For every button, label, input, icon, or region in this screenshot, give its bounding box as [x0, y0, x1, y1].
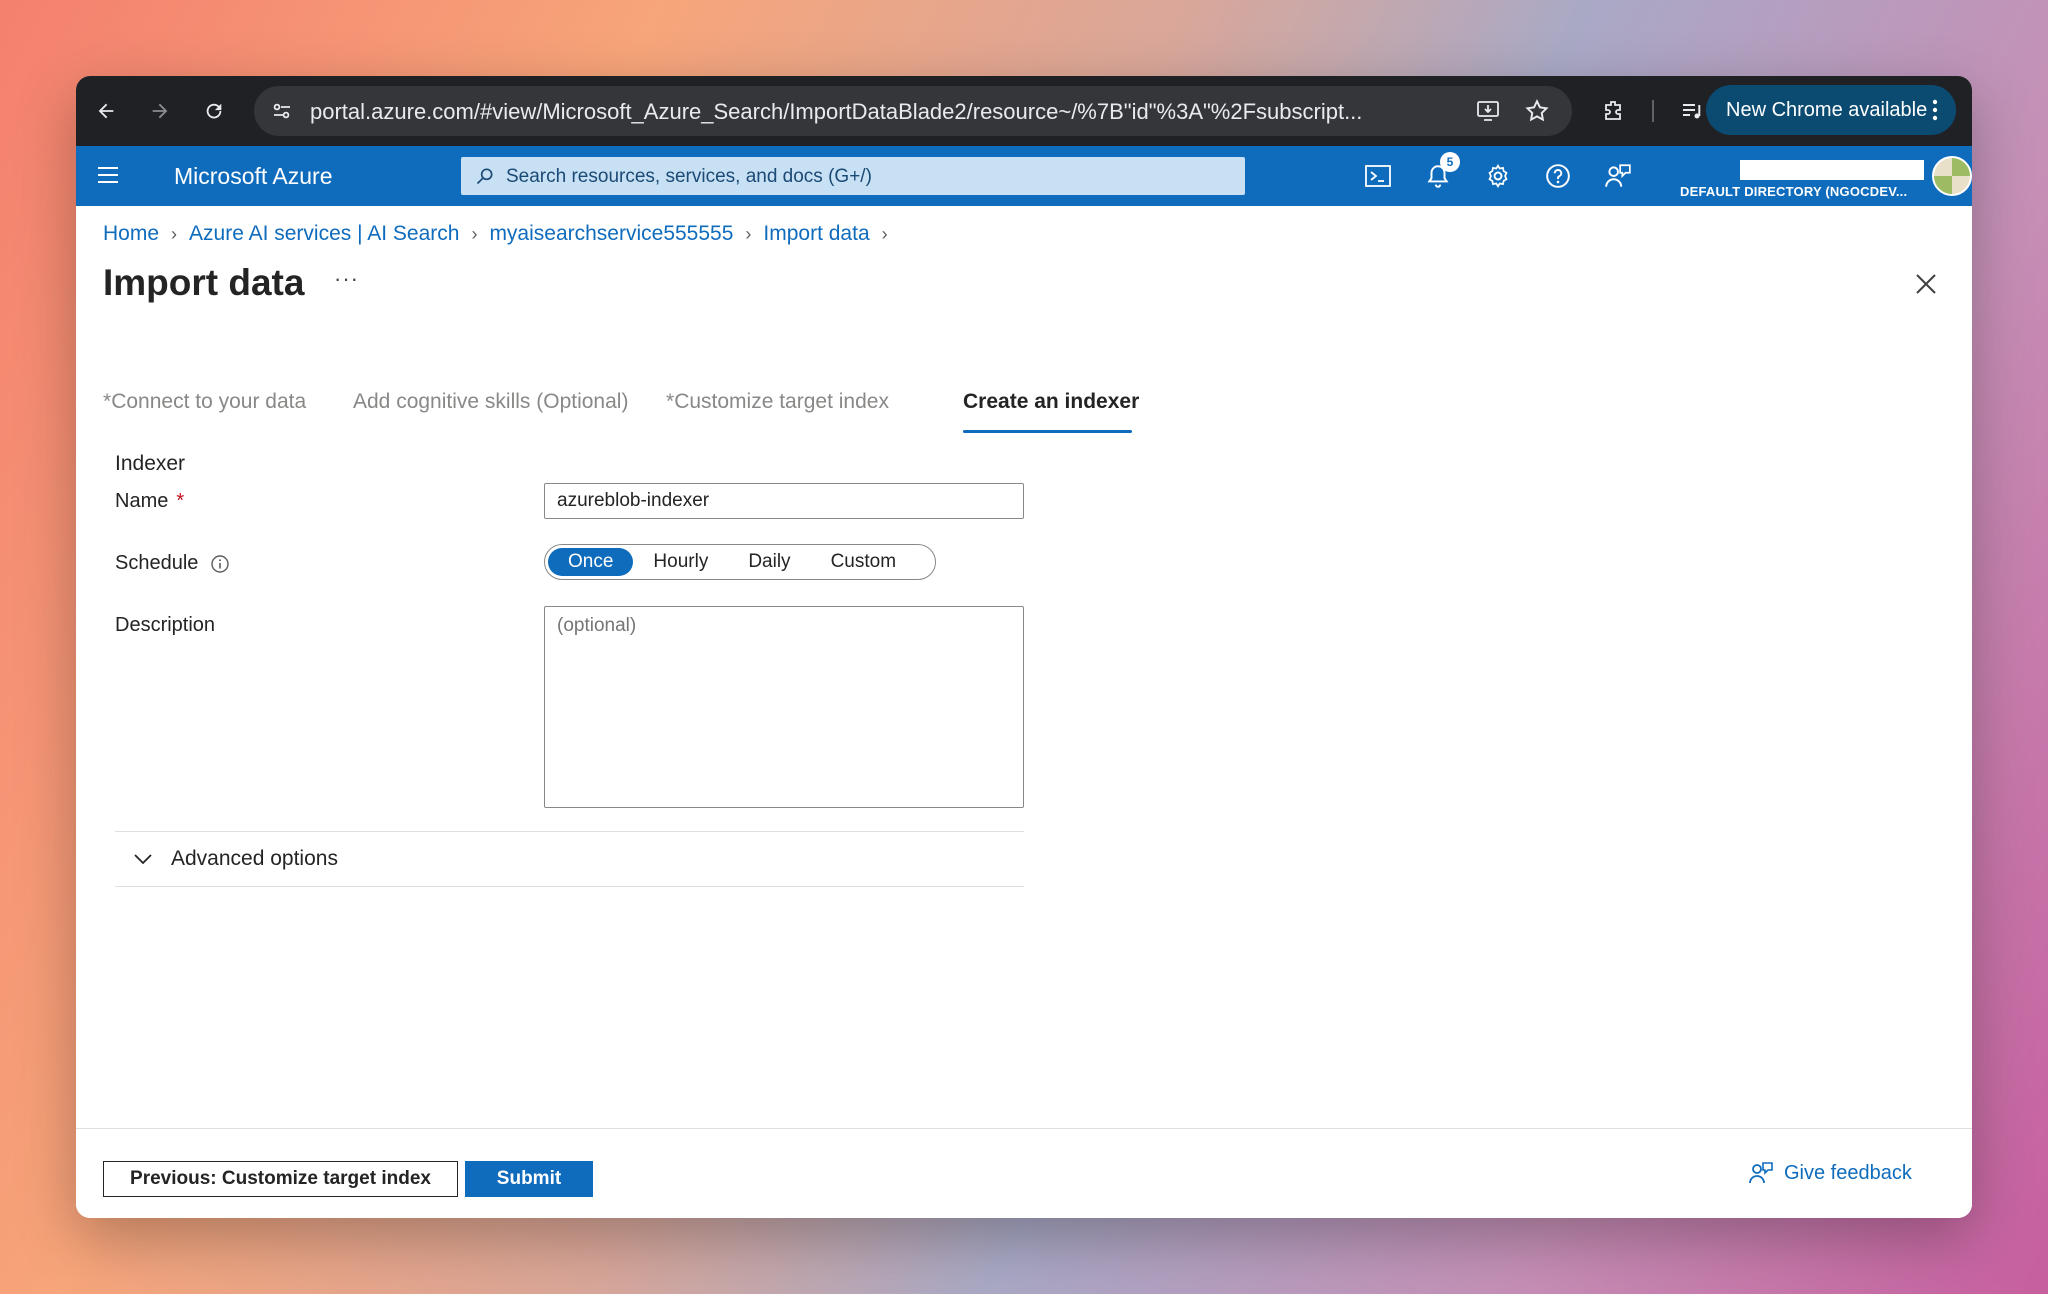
breadcrumb-import-data[interactable]: Import data — [763, 222, 869, 246]
chrome-update-label: New Chrome available — [1726, 98, 1928, 121]
name-label: Name * — [115, 490, 184, 513]
search-icon — [475, 166, 495, 191]
schedule-custom[interactable]: Custom — [811, 548, 916, 576]
name-label-text: Name — [115, 490, 169, 512]
cloud-shell-icon[interactable] — [1362, 160, 1394, 192]
required-marker: * — [666, 390, 675, 413]
toolbar-divider — [1652, 100, 1654, 122]
media-controls-icon[interactable] — [1674, 93, 1710, 129]
close-icon[interactable] — [1914, 272, 1942, 300]
azure-search-input[interactable]: Search resources, services, and docs (G+… — [461, 157, 1245, 195]
schedule-label: Schedule — [115, 552, 230, 575]
description-label: Description — [115, 614, 215, 637]
more-options-icon[interactable]: ··· — [334, 266, 359, 292]
azure-brand[interactable]: Microsoft Azure — [174, 163, 333, 190]
feedback-person-icon[interactable] — [1602, 160, 1634, 192]
schedule-once[interactable]: Once — [548, 548, 634, 576]
notification-badge: 5 — [1440, 152, 1460, 172]
breadcrumb-ai-search[interactable]: Azure AI services | AI Search — [189, 222, 459, 246]
active-tab-indicator — [963, 430, 1132, 433]
breadcrumb-home[interactable]: Home — [103, 222, 159, 246]
give-feedback-link[interactable]: Give feedback — [1748, 1161, 1912, 1185]
hamburger-menu-icon[interactable] — [96, 164, 120, 191]
description-textarea[interactable] — [544, 606, 1024, 808]
tab-label: Add cognitive skills (Optional) — [353, 390, 629, 413]
tab-cognitive-skills[interactable]: Add cognitive skills (Optional) — [353, 390, 628, 414]
feedback-icon — [1749, 1162, 1773, 1184]
tab-label: Customize target index — [674, 390, 889, 413]
tab-label: Connect to your data — [111, 390, 307, 413]
schedule-daily[interactable]: Daily — [728, 548, 810, 576]
chrome-update-button[interactable]: New Chrome available — [1706, 85, 1956, 135]
reload-icon[interactable] — [196, 93, 232, 129]
required-asterisk: * — [176, 490, 185, 512]
back-icon[interactable] — [88, 93, 124, 129]
address-bar[interactable]: portal.azure.com/#view/Microsoft_Azure_S… — [254, 86, 1572, 136]
install-app-icon[interactable] — [1476, 99, 1502, 128]
search-placeholder: Search resources, services, and docs (G+… — [506, 166, 872, 187]
tab-connect-data[interactable]: *Connect to your data — [103, 390, 306, 414]
page-title: Import data — [103, 262, 305, 303]
chevron-right-icon: › — [171, 223, 178, 244]
tab-create-indexer[interactable]: Create an indexer — [963, 390, 1139, 414]
schedule-label-text: Schedule — [115, 552, 199, 574]
account-avatar[interactable] — [1932, 156, 1972, 196]
indexer-section-heading: Indexer — [115, 452, 186, 475]
chevron-down-icon — [131, 847, 155, 871]
directory-label: DEFAULT DIRECTORY (NGOCDEV... — [1680, 184, 1908, 199]
account-name-redacted — [1740, 160, 1924, 180]
chevron-right-icon: › — [471, 223, 478, 244]
site-settings-icon[interactable] — [270, 99, 294, 128]
breadcrumb-service[interactable]: myaisearchservice555555 — [489, 222, 733, 246]
settings-gear-icon[interactable] — [1482, 160, 1514, 192]
info-icon[interactable] — [210, 554, 230, 574]
notifications-bell-icon[interactable]: 5 — [1422, 152, 1460, 192]
indexer-name-input[interactable] — [544, 483, 1024, 519]
bookmark-star-icon[interactable] — [1524, 98, 1550, 129]
browser-window: portal.azure.com/#view/Microsoft_Azure_S… — [76, 76, 1972, 1218]
forward-icon[interactable] — [142, 93, 178, 129]
extensions-icon[interactable] — [1596, 93, 1632, 129]
breadcrumb: Home › Azure AI services | AI Search › m… — [103, 222, 900, 246]
tab-customize-index[interactable]: *Customize target index — [666, 390, 889, 414]
url-text: portal.azure.com/#view/Microsoft_Azure_S… — [310, 99, 1363, 124]
schedule-hourly[interactable]: Hourly — [633, 548, 728, 576]
previous-button[interactable]: Previous: Customize target index — [103, 1161, 458, 1197]
description-label-text: Description — [115, 614, 216, 636]
tab-label: Create an indexer — [963, 390, 1140, 413]
browser-toolbar: portal.azure.com/#view/Microsoft_Azure_S… — [76, 76, 1972, 146]
kebab-menu-icon[interactable] — [1932, 98, 1938, 128]
chevron-right-icon: › — [745, 223, 752, 244]
schedule-selector: Once Hourly Daily Custom — [544, 544, 936, 580]
chevron-right-icon: › — [881, 223, 888, 244]
submit-button[interactable]: Submit — [465, 1161, 593, 1197]
help-icon[interactable] — [1542, 160, 1574, 192]
azure-top-bar: Microsoft Azure Search resources, servic… — [76, 146, 1972, 206]
required-marker: * — [103, 390, 112, 413]
advanced-options-toggle[interactable]: Advanced options — [115, 831, 1024, 887]
advanced-options-label: Advanced options — [171, 847, 338, 870]
wizard-footer: Previous: Customize target index Submit … — [76, 1128, 1972, 1218]
give-feedback-label: Give feedback — [1784, 1161, 1912, 1184]
